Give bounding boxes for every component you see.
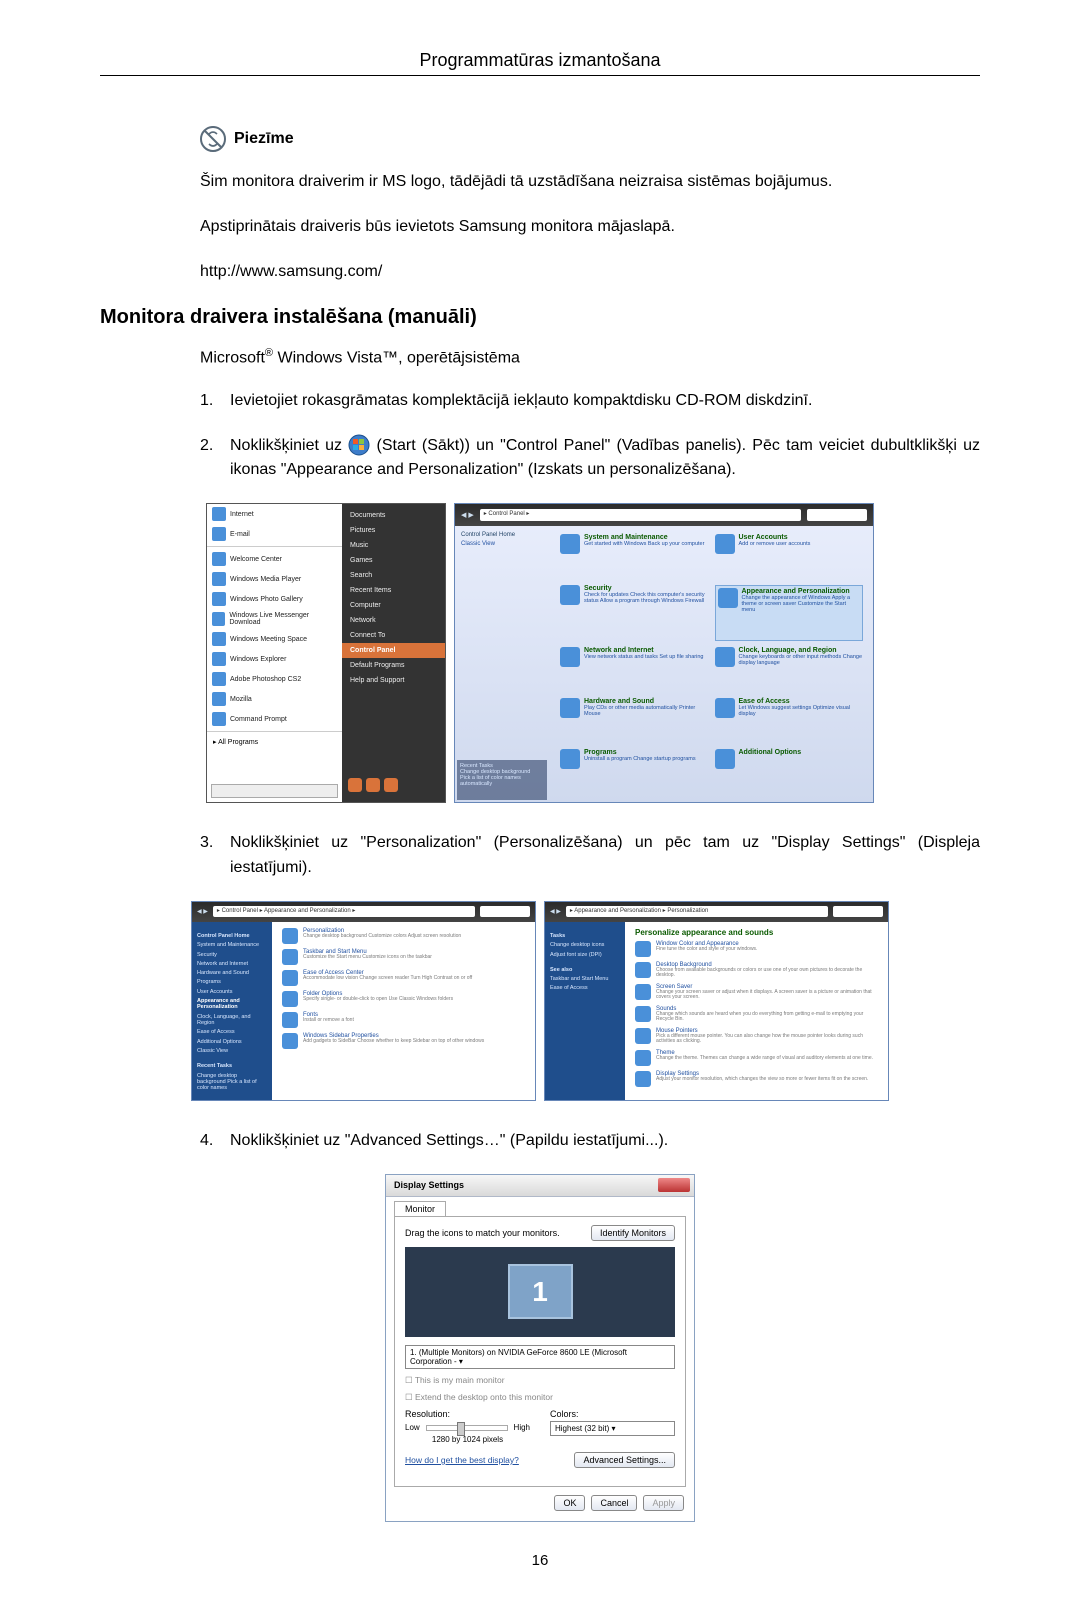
sm-control-panel: Control Panel — [342, 643, 445, 658]
os-rest: Windows Vista™, operētājsistēma — [273, 349, 520, 366]
sm-item: Welcome Center — [230, 556, 282, 563]
page-section-title: Programmatūras izmantošana — [100, 50, 980, 71]
control-panel-window: ◀ ▶ ▸ Control Panel ▸ Control Panel Home… — [454, 503, 874, 803]
step-2-prefix: Noklikšķiniet uz — [230, 437, 348, 454]
monitor-1-icon[interactable]: 1 — [508, 1264, 573, 1319]
close-icon[interactable] — [658, 1178, 690, 1192]
personalization-headline: Personalize appearance and sounds — [635, 928, 878, 937]
step-3-number: 3. — [200, 831, 230, 881]
identify-monitors-button[interactable]: Identify Monitors — [591, 1225, 675, 1241]
search-box — [807, 509, 867, 521]
resolution-high: High — [514, 1423, 530, 1432]
checkbox-extend-desktop[interactable]: ☐ Extend the desktop onto this monitor — [405, 1392, 675, 1403]
note-url: http://www.samsung.com/ — [200, 260, 950, 283]
note-paragraph-2: Apstiprinātais draiveris būs ievietots S… — [200, 215, 950, 238]
step-2-number: 2. — [200, 434, 230, 484]
cancel-button[interactable]: Cancel — [591, 1495, 637, 1511]
sm-item: Windows Live Messenger Download — [229, 612, 337, 626]
recent-tasks: Recent Tasks Change desktop background P… — [457, 760, 547, 800]
drag-hint: Drag the icons to match your monitors. — [405, 1228, 560, 1238]
sm-item: Windows Meeting Space — [230, 636, 307, 643]
header-rule — [100, 75, 980, 76]
shutdown-buttons — [348, 778, 445, 792]
help-link[interactable]: How do I get the best display? — [405, 1455, 519, 1465]
colors-label: Colors: — [550, 1409, 675, 1419]
appearance-personalization-cat: Appearance and PersonalizationChange the… — [715, 585, 864, 641]
step-1-text: Ievietojiet rokasgrāmatas komplektācijā … — [230, 389, 980, 414]
resolution-label: Resolution: — [405, 1409, 530, 1419]
page-number: 16 — [100, 1552, 980, 1569]
step-2-text: Noklikšķiniet uz (Start (Sākt)) un "Cont… — [230, 434, 980, 484]
checkbox-main-monitor[interactable]: ☐ This is my main monitor — [405, 1375, 675, 1386]
sm-item: Windows Media Player — [230, 576, 301, 583]
back-icon: ◀ ▶ — [461, 511, 474, 519]
sm-item: Internet — [230, 511, 254, 518]
os-prefix: Microsoft — [200, 349, 265, 366]
monitor-preview[interactable]: 1 — [405, 1247, 675, 1337]
os-subline: Microsoft® Windows Vista™, operētājsistē… — [200, 347, 980, 367]
address-bar: ▸ Control Panel ▸ — [480, 509, 801, 521]
resolution-low: Low — [405, 1423, 420, 1432]
step-4-number: 4. — [200, 1129, 230, 1154]
personalization-window: ◀ ▶▸ Appearance and Personalization ▸ Pe… — [544, 901, 889, 1101]
tab-monitor[interactable]: Monitor — [394, 1201, 446, 1216]
screenshot-start-control-panel: Internet E-mail Welcome Center Windows M… — [100, 503, 980, 803]
cp-side-item: Classic View — [461, 541, 544, 547]
app-icon — [212, 507, 226, 521]
heading-manual-install: Monitora draivera instalēšana (manuāli) — [100, 306, 980, 329]
sm-item: Command Prompt — [230, 716, 287, 723]
start-menu: Internet E-mail Welcome Center Windows M… — [206, 503, 446, 803]
screenshot-personalization: ◀ ▶▸ Control Panel ▸ Appearance and Pers… — [100, 901, 980, 1101]
ok-button[interactable]: OK — [554, 1495, 585, 1511]
sm-item: Windows Explorer — [230, 656, 286, 663]
dialog-title: Display Settings — [394, 1180, 464, 1190]
sm-item: Adobe Photoshop CS2 — [230, 676, 301, 683]
category-icon — [560, 534, 580, 554]
cp-side-head: Control Panel Home — [461, 532, 544, 538]
display-settings-dialog: Display Settings Monitor Drag the icons … — [385, 1174, 695, 1522]
resolution-value: 1280 by 1024 pixels — [405, 1435, 530, 1444]
colors-dropdown[interactable]: Highest (32 bit) ▾ — [550, 1421, 675, 1436]
sm-item: Mozilla — [230, 696, 252, 703]
start-icon — [348, 434, 370, 456]
note-paragraph-1: Šim monitora draiverim ir MS logo, tādēj… — [200, 170, 950, 193]
sm-item: E-mail — [230, 531, 250, 538]
sm-item: Windows Photo Gallery — [230, 596, 303, 603]
note-label: Piezīme — [234, 130, 294, 148]
step-3-text: Noklikšķiniet uz "Personalization" (Pers… — [230, 831, 980, 881]
step-4-text: Noklikšķiniet uz "Advanced Settings…" (P… — [230, 1129, 980, 1154]
address-bar: ▸ Control Panel ▸ Appearance and Persona… — [213, 906, 475, 917]
apply-button[interactable]: Apply — [643, 1495, 684, 1511]
sm-right-item: Documents — [342, 508, 445, 523]
all-programs: ▸ All Programs — [207, 734, 342, 750]
advanced-settings-button[interactable]: Advanced Settings... — [574, 1452, 675, 1468]
note-icon — [200, 126, 226, 152]
registered-mark: ® — [265, 347, 273, 359]
resolution-slider[interactable] — [426, 1425, 508, 1431]
start-search — [211, 784, 338, 798]
step-1-number: 1. — [200, 389, 230, 414]
appearance-window: ◀ ▶▸ Control Panel ▸ Appearance and Pers… — [191, 901, 536, 1101]
monitor-dropdown[interactable]: 1. (Multiple Monitors) on NVIDIA GeForce… — [405, 1345, 675, 1369]
